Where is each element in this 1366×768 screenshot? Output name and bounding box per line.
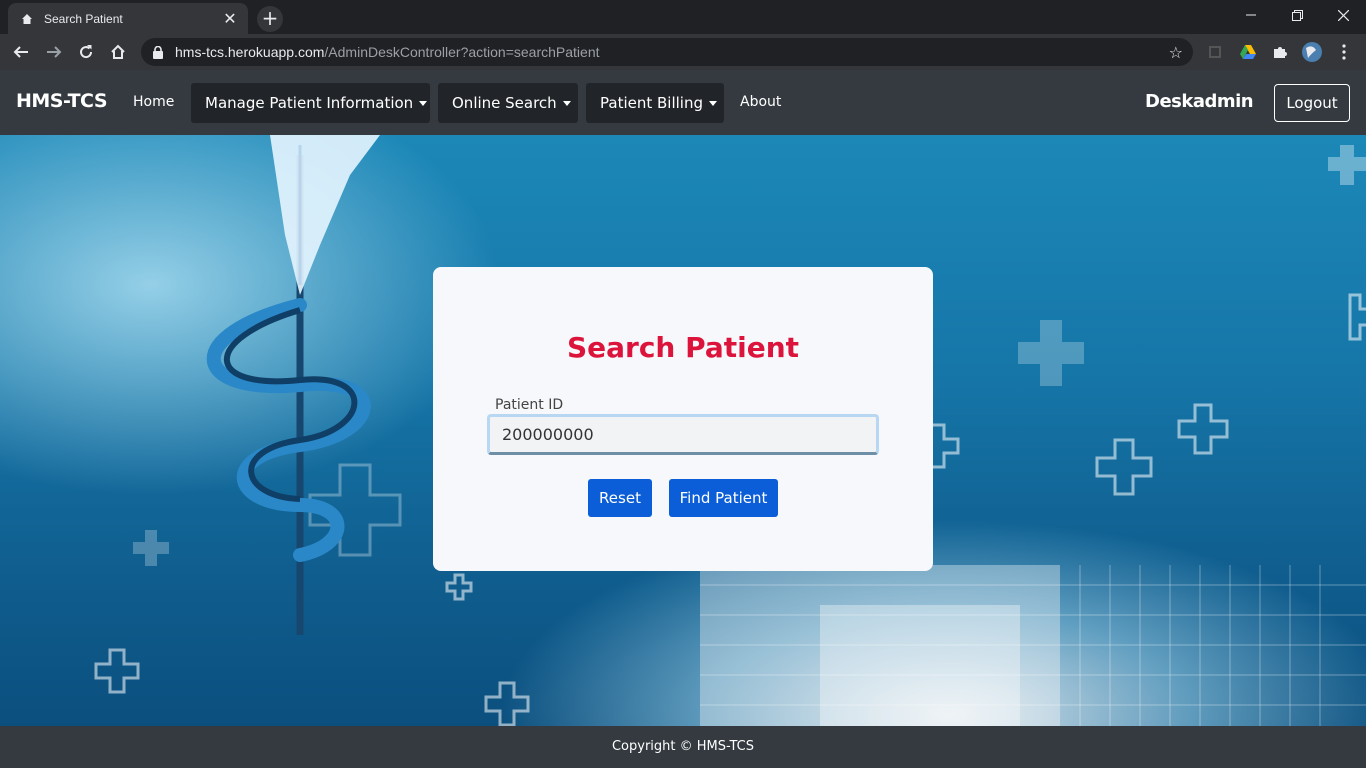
nav-online-search-label: Online Search	[452, 94, 557, 112]
address-bar[interactable]: hms-tcs.herokuapp.com/AdminDeskControlle…	[141, 38, 1193, 66]
nav-online-search-dropdown[interactable]: Online Search	[438, 83, 578, 123]
caret-down-icon	[562, 100, 571, 106]
close-window-icon[interactable]	[1320, 0, 1366, 30]
current-user-name: Deskadmin	[1145, 91, 1254, 112]
url-path: /AdminDeskController?action=searchPatien…	[324, 44, 600, 60]
browser-tab-title: Search Patient	[44, 11, 123, 26]
back-icon[interactable]	[8, 39, 34, 65]
close-tab-icon[interactable]: ✕	[222, 9, 238, 28]
minimize-window-icon[interactable]	[1228, 0, 1274, 30]
browser-menu-icon[interactable]	[1334, 42, 1354, 62]
url-host: hms-tcs.herokuapp.com	[175, 44, 325, 60]
nav-manage-patient-dropdown[interactable]: Manage Patient Information	[191, 83, 430, 123]
bookmark-star-icon[interactable]: ☆	[1169, 43, 1183, 62]
extension-icon[interactable]	[1205, 42, 1225, 62]
lock-icon	[153, 45, 165, 59]
nav-home[interactable]: Home	[133, 94, 174, 110]
nav-manage-patient-label: Manage Patient Information	[205, 94, 414, 112]
nav-patient-billing-label: Patient Billing	[600, 94, 703, 112]
search-patient-card: Search Patient Patient ID 200000000 Rese…	[433, 267, 933, 571]
browser-tab[interactable]: Search Patient ✕	[8, 3, 248, 34]
home-icon	[20, 12, 34, 26]
footer: Copyright © HMS-TCS	[0, 726, 1366, 768]
profile-avatar-icon[interactable]	[1302, 42, 1322, 62]
nav-about[interactable]: About	[740, 94, 781, 110]
forward-icon[interactable]	[41, 39, 67, 65]
restore-window-icon[interactable]	[1274, 0, 1320, 30]
home-button-icon[interactable]	[105, 39, 131, 65]
find-patient-button[interactable]: Find Patient	[669, 479, 778, 517]
browser-toolbar: hms-tcs.herokuapp.com/AdminDeskControlle…	[0, 34, 1366, 70]
patient-id-label: Patient ID	[495, 397, 564, 413]
google-drive-icon[interactable]	[1238, 42, 1258, 62]
reset-button[interactable]: Reset	[588, 479, 652, 517]
url-text: hms-tcs.herokuapp.com/AdminDeskControlle…	[175, 44, 600, 60]
extensions-puzzle-icon[interactable]	[1270, 42, 1290, 62]
app-navbar: HMS-TCS Home Manage Patient Information …	[0, 70, 1366, 135]
caret-down-icon	[419, 100, 428, 106]
patient-id-input[interactable]: 200000000	[487, 414, 879, 455]
nav-patient-billing-dropdown[interactable]: Patient Billing	[586, 83, 724, 123]
browser-tabstrip: Search Patient ✕ +	[0, 0, 1366, 34]
logout-button[interactable]: Logout	[1274, 84, 1350, 122]
caret-down-icon	[709, 100, 717, 106]
page-title: Search Patient	[566, 331, 800, 364]
footer-copyright: Copyright © HMS-TCS	[611, 739, 755, 754]
reload-icon[interactable]	[73, 39, 99, 65]
brand-logo[interactable]: HMS-TCS	[16, 90, 108, 112]
new-tab-button[interactable]: +	[257, 6, 283, 32]
patient-id-value: 200000000	[502, 425, 594, 444]
